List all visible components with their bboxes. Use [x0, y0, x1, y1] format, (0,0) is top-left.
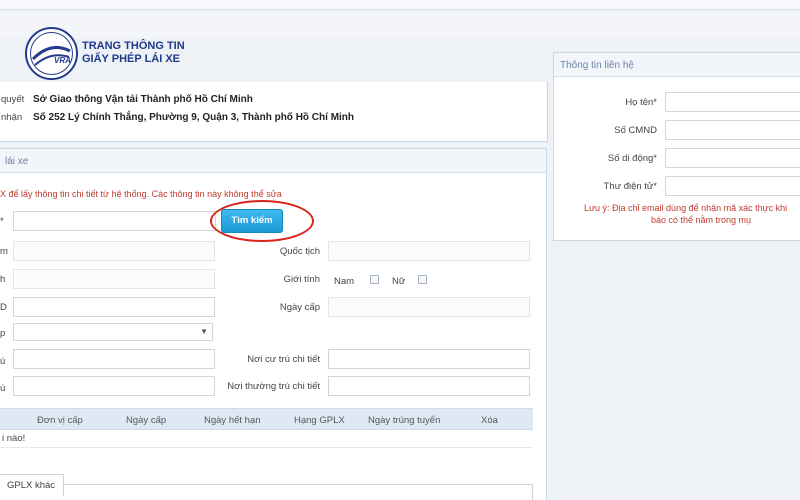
license-row6-label: ú — [0, 356, 6, 367]
logo-text: VRA — [54, 56, 71, 65]
other-license-box — [0, 484, 533, 500]
permanent-input[interactable] — [13, 376, 215, 396]
site-title-line1: TRANG THÔNG TIN — [82, 40, 185, 52]
contact-note-line1: Lưu ý: Địa chỉ email dùng để nhận mã xác… — [584, 203, 788, 213]
license-table-header: Đơn vị cấp Ngày cấp Ngày hết hạn Hạng GP… — [0, 408, 533, 430]
permanent-detail-label: Nơi thường trú chi tiết — [227, 381, 320, 392]
nationality-label: Quốc tịch — [279, 246, 320, 257]
id-input[interactable] — [665, 120, 800, 140]
col-license-class: Hạng GPLX — [294, 415, 345, 426]
authority-label-1: quyết — [1, 94, 25, 105]
header-band — [0, 12, 800, 38]
top-bar — [0, 0, 800, 10]
name-input[interactable] — [665, 92, 800, 112]
authority-panel: quyết Sở Giao thông Vận tải Thành phố Hồ… — [0, 82, 548, 142]
license-row7-label: ú — [0, 383, 6, 394]
license-panel-title: lái xe — [0, 149, 546, 173]
license-row2-label: m — [0, 246, 8, 257]
issuer-select[interactable]: ▼ — [13, 323, 213, 341]
residence-detail-label: Nơi cư trú chi tiết — [247, 354, 320, 365]
id-number-input[interactable] — [13, 297, 215, 317]
col-expiry-date: Ngày hết hạn — [204, 415, 261, 426]
authority-label-2: nhận — [1, 112, 23, 123]
chevron-down-icon: ▼ — [200, 327, 208, 336]
col-pass-date: Ngày trúng tuyển — [368, 415, 441, 426]
residence-detail-input[interactable] — [328, 349, 530, 369]
residence-input[interactable] — [13, 349, 215, 369]
permanent-detail-input[interactable] — [328, 376, 530, 396]
site-title-line2: GIẤY PHÉP LÁI XE — [82, 53, 181, 65]
gender-label: Giới tính — [283, 274, 320, 285]
id-label: Số CMND — [614, 125, 657, 136]
birthdate-input[interactable] — [13, 269, 215, 289]
highlight-circle — [210, 200, 314, 242]
license-row3-label: h — [0, 274, 6, 285]
authority-value-1: Sở Giao thông Vận tải Thành phố Hồ Chí M… — [33, 94, 253, 105]
email-label: Thư điện tử* — [603, 181, 657, 192]
email-input[interactable] — [665, 176, 800, 196]
phone-input[interactable] — [665, 148, 800, 168]
gender-female-checkbox[interactable] — [418, 275, 427, 284]
authority-value-2: Số 252 Lý Chính Thắng, Phường 9, Quận 3,… — [33, 112, 355, 123]
license-row5-label: p — [0, 328, 6, 339]
tab-other-license[interactable]: GPLX khác — [0, 474, 65, 496]
gender-male-label: Nam — [334, 276, 355, 287]
name-label: Họ tên* — [625, 97, 657, 108]
license-note: X để lấy thông tin chi tiết từ hệ thống.… — [0, 189, 282, 199]
phone-label: Số di động* — [607, 153, 657, 164]
license-number-input[interactable] — [13, 211, 216, 231]
issue-date-label: Ngày cấp — [279, 302, 320, 313]
table-row: i nào! — [0, 430, 533, 448]
col-issue-date: Ngày cấp — [126, 415, 167, 426]
col-delete: Xóa — [481, 415, 498, 426]
gender-male-checkbox[interactable] — [370, 275, 379, 284]
nationality-input[interactable] — [328, 241, 530, 261]
issue-date-input[interactable] — [328, 297, 530, 317]
table-empty-text: i nào! — [2, 433, 26, 444]
license-row1-label: * — [0, 216, 4, 227]
vra-logo: VRA — [25, 27, 78, 80]
contact-note-line2: báo có thể nằm trong mụ — [651, 215, 752, 225]
col-issuer: Đơn vị cấp — [37, 415, 83, 426]
full-name-input[interactable] — [13, 241, 215, 261]
contact-panel-title: Thông tin liên hệ — [554, 53, 800, 77]
license-row4-label: D — [0, 302, 7, 313]
gender-female-label: Nữ — [392, 276, 406, 287]
